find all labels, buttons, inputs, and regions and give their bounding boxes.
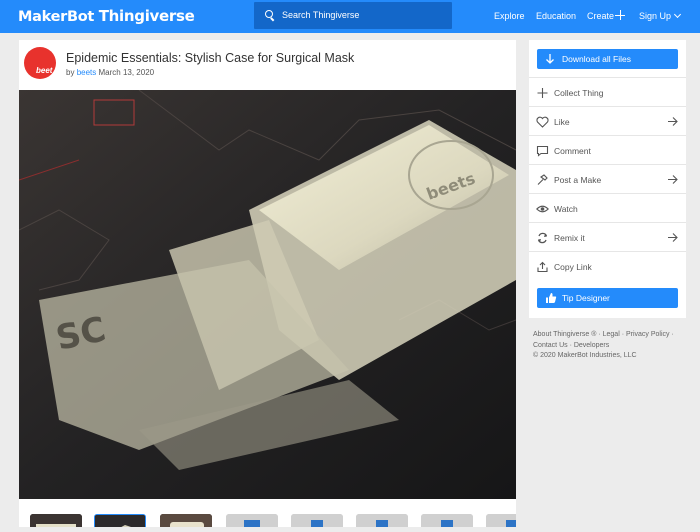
download-icon <box>546 54 554 64</box>
thingiverse-logo[interactable]: MakerBot Thingiverse <box>18 7 195 25</box>
remix-it-button[interactable]: Remix it <box>529 222 686 251</box>
watch-label: Watch <box>554 204 578 214</box>
download-all-files-label: Download all Files <box>562 54 631 64</box>
comment-label: Comment <box>554 146 591 156</box>
search-placeholder: Search Thingiverse <box>282 10 360 20</box>
thumbnail-6-image <box>356 514 408 527</box>
thumbnail-6[interactable] <box>356 514 408 527</box>
thumbnail-8-image <box>486 514 516 527</box>
footer-copyright: © 2020 MakerBot Industries, LLC <box>533 352 637 359</box>
thumbs-up-icon <box>546 293 557 303</box>
page-title: Epidemic Essentials: Stylish Case for Su… <box>66 51 355 65</box>
byline: by beets March 13, 2020 <box>66 68 154 77</box>
arrow-right-icon <box>668 233 678 242</box>
plus-icon[interactable] <box>615 10 625 20</box>
thumbnail-8[interactable] <box>486 514 516 527</box>
like-button[interactable]: Like <box>529 106 686 135</box>
heart-icon <box>536 116 549 128</box>
main-photo[interactable]: SC beets <box>19 90 516 499</box>
tip-designer-label: Tip Designer <box>562 293 610 303</box>
nav-explore[interactable]: Explore <box>494 11 525 21</box>
remix-it-label: Remix it <box>554 233 585 243</box>
thumbnail-3-image <box>160 514 212 527</box>
remix-icon <box>537 232 548 244</box>
thumbnail-5[interactable] <box>291 514 343 527</box>
post-a-make-label: Post a Make <box>554 175 602 185</box>
chevron-down-icon[interactable] <box>673 10 682 19</box>
thumbnail-5-image <box>291 514 343 527</box>
top-navbar: MakerBot Thingiverse Search Thingiverse … <box>0 0 700 33</box>
footer-links-line-2[interactable]: Contact Us · Developers <box>533 342 609 349</box>
copy-link-button[interactable]: Copy Link <box>529 251 686 280</box>
thumbnail-7-image <box>421 514 473 527</box>
nav-education[interactable]: Education <box>536 11 576 21</box>
arrow-right-icon <box>668 175 678 184</box>
collect-thing-button[interactable]: Collect Thing <box>529 77 686 106</box>
thumbnail-7[interactable] <box>421 514 473 527</box>
logo-brand: MakerBot <box>18 9 94 25</box>
search-icon <box>265 10 275 20</box>
share-icon <box>537 261 548 273</box>
comment-icon <box>536 145 549 157</box>
watch-button[interactable]: Watch <box>529 193 686 222</box>
thumbnail-1[interactable] <box>30 514 82 527</box>
collect-thing-label: Collect Thing <box>554 88 604 98</box>
comment-button[interactable]: Comment <box>529 135 686 164</box>
search-input[interactable]: Search Thingiverse <box>254 2 452 29</box>
thumbnail-3[interactable] <box>160 514 212 527</box>
thing-card: beet Epidemic Essentials: Stylish Case f… <box>19 40 516 527</box>
mask-case-photo: SC beets <box>19 90 516 499</box>
footer-links-line-1[interactable]: About Thingiverse ® · Legal · Privacy Po… <box>533 331 674 338</box>
avatar-text: beet <box>36 66 53 75</box>
thumbnail-4-image <box>226 514 278 527</box>
tip-designer-button[interactable]: Tip Designer <box>537 288 678 308</box>
thumbnail-2-image <box>95 515 145 527</box>
nav-create[interactable]: Create <box>587 11 614 21</box>
eye-icon <box>536 205 549 213</box>
like-label: Like <box>554 117 570 127</box>
logo-product: Thingiverse <box>98 7 195 25</box>
thumbnail-1-image <box>30 514 82 527</box>
hammer-icon <box>537 174 548 185</box>
thumbnail-strip <box>19 499 516 527</box>
download-all-files-button[interactable]: Download all Files <box>537 49 678 69</box>
avatar[interactable]: beet <box>24 47 56 79</box>
post-a-make-button[interactable]: Post a Make <box>529 164 686 193</box>
nav-sign-up[interactable]: Sign Up <box>639 11 671 21</box>
author-link[interactable]: beets <box>77 68 97 77</box>
plus-icon <box>537 88 548 98</box>
byline-by: by <box>66 68 75 77</box>
thumbnail-2[interactable] <box>94 514 146 527</box>
thumbnail-4[interactable] <box>226 514 278 527</box>
action-sidebar: Download all Files Collect Thing Like Co… <box>529 40 686 318</box>
publish-date: March 13, 2020 <box>98 68 155 77</box>
arrow-right-icon <box>668 117 678 126</box>
copy-link-label: Copy Link <box>554 262 592 272</box>
